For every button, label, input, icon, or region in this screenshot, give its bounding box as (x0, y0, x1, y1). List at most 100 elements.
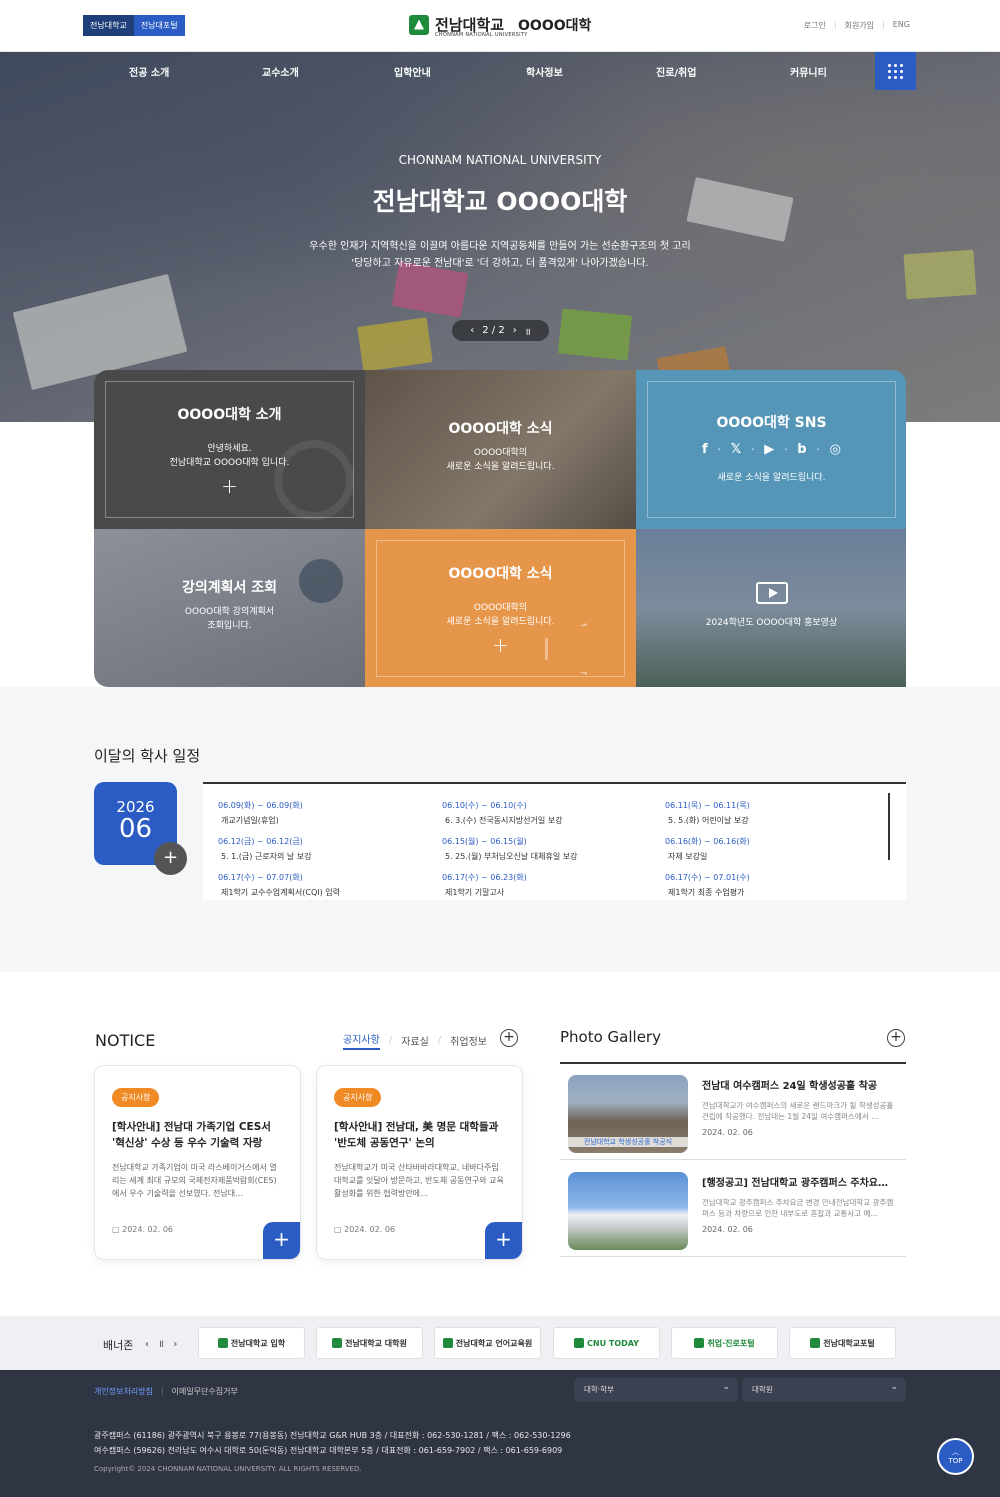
college-select[interactable]: 대학·학부 ⌄ (574, 1378, 738, 1402)
cnu-logo-icon (217, 1338, 228, 1348)
gallery-more-icon[interactable]: + (887, 1029, 905, 1047)
next-slide-icon[interactable]: › (513, 325, 517, 336)
banner-graduate[interactable]: 전남대학교 대학원 (316, 1327, 423, 1359)
hero-eyebrow: CHONNAM NATIONAL UNIVERSITY (398, 153, 602, 167)
tab-notice[interactable]: 공지사항 (343, 1031, 380, 1050)
hero-title: 전남대학교 OOOO대학 (372, 187, 628, 216)
notice-more-icon[interactable]: + (500, 1029, 518, 1047)
schedule-item[interactable]: 06.17(수) ~ 07.07(화) 제1학기 교수수업계획서(CQI) 입력 (218, 872, 340, 898)
tile-news-photo[interactable]: OOOO대학 소식 OOOO대학의 새로운 소식을 알려드립니다. (365, 370, 636, 529)
gallery-item-title: [행정공고] 전남대학교 광주캠퍼스 주차요… (702, 1178, 888, 1189)
copyright: Copyright© 2024 CHONNAM NATIONAL UNIVERS… (94, 1465, 362, 1473)
tile-sns[interactable]: OOOO대학 SNS f · 𝕏 · ▶ · b · ◎ 새로운 소식을 알려드립니다. (636, 370, 906, 529)
gallery-title: Photo Gallery (560, 1028, 661, 1046)
tab-archive[interactable]: 자료실 (401, 1033, 429, 1048)
nav-community[interactable]: 커뮤니티 (790, 64, 827, 79)
tab-cnu[interactable]: 전남대학교 (83, 15, 134, 36)
banner-cnu-today[interactable]: CNU TODAY (553, 1327, 660, 1359)
gallery-item-date: 2024. 02. 06 (702, 1128, 753, 1137)
hero-description: 우수한 인재가 지역혁신을 이끌며 아름다운 지역공동체를 만들어 가는 선순환… (0, 238, 1000, 272)
eng-link[interactable]: ENG (893, 20, 910, 31)
tile-title: OOOO대학 소식 (448, 421, 553, 437)
banner-admission[interactable]: 전남대학교 입학 (198, 1327, 305, 1359)
nav-academic[interactable]: 학사정보 (526, 64, 563, 79)
schedule-item[interactable]: 06.12(금) ~ 06.12(금) 5. 1.(금) 근로자의 날 보강 (218, 836, 312, 862)
privacy-link[interactable]: 개인정보처리방침 (94, 1386, 153, 1397)
tab-jobs[interactable]: 취업정보 (450, 1033, 487, 1048)
card-more-button[interactable]: + (485, 1222, 522, 1259)
graduate-select[interactable]: 대학원 ⌄ (742, 1378, 906, 1402)
hero-desc-line: 우수한 인재가 지역혁신을 이끌며 아름다운 지역공동체를 만들어 가는 선순환… (309, 241, 691, 252)
site-header: 전남대학교 전남대포털 전남대학교 CHONNAM NATIONAL UNIVE… (0, 0, 1000, 52)
schedule-list: 06.09(화) ~ 06.09(화) 개교기념일(휴업) 06.10(수) ~ … (203, 782, 906, 900)
card-date: ▢ 2024. 02. 06 (334, 1225, 395, 1234)
nav-career[interactable]: 진로/취업 (656, 64, 696, 79)
tile-intro[interactable]: OOOO대학 소개 안녕하세요. 전남대학교 OOOO대학 입니다. + (94, 370, 365, 529)
schedule-item[interactable]: 06.16(화) ~ 06.16(화) 자체 보강일 (665, 836, 750, 862)
schedule-item[interactable]: 06.17(수) ~ 07.01(수) 제1학기 최종 수업평가 (665, 872, 750, 898)
tile-video[interactable]: 2024학년도 OOOO대학 홍보영상 (636, 529, 906, 687)
banner-zone-label: 배너존 (103, 1339, 134, 1352)
hero-overlay (0, 52, 1000, 422)
all-menu-button[interactable] (875, 52, 916, 90)
banner-portal[interactable]: 전남대학교포털 (789, 1327, 896, 1359)
emblem-watermark (274, 440, 354, 520)
main-nav: 전공 소개 교수소개 입학안내 학사정보 진로/취업 커뮤니티 (0, 52, 1000, 92)
nav-major[interactable]: 전공 소개 (129, 64, 169, 79)
util-nav: 로그인 | 회원가입 | ENG (804, 20, 910, 31)
gallery-thumbnail: 전남대학교 학생성공홀 착공식 (568, 1075, 688, 1153)
schedule-item[interactable]: 06.10(수) ~ 06.10(수) 6. 3.(수) 전국동시지방선거일 보강 (442, 800, 562, 826)
banner-controls[interactable]: ‹ ॥ › (145, 1336, 180, 1350)
pause-icon[interactable]: ॥ (525, 324, 531, 338)
banner-language[interactable]: 전남대학교 언어교육원 (434, 1327, 541, 1359)
schedule-item[interactable]: 06.11(목) ~ 06.11(목) 5. 5.(화) 어린이날 보강 (665, 800, 750, 826)
notice-card[interactable]: 공지사항 [학사안내] 전남대 가족기업 CES서 '혁신상' 수상 등 우수 … (94, 1065, 301, 1260)
gallery-item[interactable]: [행정공고] 전남대학교 광주캠퍼스 주차요… 전남대학교 광주캠퍼스 주차요금… (560, 1161, 906, 1257)
calendar-icon: ▢ (112, 1225, 123, 1234)
logo-sub-text: CHONNAM NATIONAL UNIVERSITY (435, 32, 528, 38)
banner-career[interactable]: 취업·진로포털 (671, 1327, 778, 1359)
play-icon (755, 582, 788, 604)
college-name: OOOO대학 (518, 17, 592, 34)
card-title: [학사안내] 전남대, 美 명문 대학들과 '반도체 공동연구' 논의 (334, 1121, 499, 1149)
cnu-logo-icon (442, 1338, 453, 1348)
util-divider: | (833, 20, 837, 29)
tile-desc: OOOO대학의 새로운 소식을 알려드립니다. (446, 448, 555, 472)
gallery-thumbnail (568, 1172, 688, 1250)
tile-news-orange[interactable]: OOOO대학 소식 OOOO대학의 새로운 소식을 알려드립니다. + (365, 529, 636, 687)
site-logo[interactable]: 전남대학교 CHONNAM NATIONAL UNIVERSITY OOOO대학 (409, 14, 592, 38)
gallery-text: [행정공고] 전남대학교 광주캠퍼스 주차요… 전남대학교 광주캠퍼스 주차요금… (702, 1174, 900, 1234)
gallery-item-desc: 전남대학교 광주캠퍼스 주차요금 변경 안내전남대학교 광주캠퍼스 등과 차량으… (702, 1198, 894, 1218)
notice-title: NOTICE (95, 1031, 156, 1050)
signup-link[interactable]: 회원가입 (845, 20, 874, 31)
gallery-item-title: 전남대 여수캠퍼스 24일 학생성공홀 착공 (702, 1081, 878, 1092)
schedule-item[interactable]: 06.17(수) ~ 06.23(화) 제1학기 기말고사 (442, 872, 527, 898)
category-badge: 공지사항 (112, 1088, 160, 1107)
schedule-item[interactable]: 06.09(화) ~ 06.09(화) 개교기념일(휴업) (218, 800, 303, 826)
notice-tabs: 공지사항 / 자료실 / 취업정보 (343, 1031, 487, 1050)
cnu-logo-icon (694, 1338, 705, 1348)
category-badge: 공지사항 (334, 1088, 382, 1107)
schedule-more-button[interactable]: + (154, 842, 187, 875)
scroll-top-button[interactable]: ︿ TOP (937, 1438, 974, 1475)
email-policy-link[interactable]: 이메일무단수집거부 (172, 1386, 238, 1397)
schedule-title: 이달의 학사 일정 (94, 747, 201, 765)
login-link[interactable]: 로그인 (804, 20, 826, 31)
footer-links: 개인정보처리방침 | 이메일무단수집거부 (94, 1386, 238, 1397)
site-switcher: 전남대학교 전남대포털 (83, 15, 185, 36)
schedule-scrollbar[interactable] (888, 793, 890, 860)
prev-slide-icon[interactable]: ‹ (470, 325, 474, 336)
gallery-item-date: 2024. 02. 06 (702, 1225, 753, 1234)
nav-faculty[interactable]: 교수소개 (262, 64, 299, 79)
schedule-item[interactable]: 06.15(월) ~ 06.15(월) 5. 25.(월) 부처님오신날 대체휴일… (442, 836, 577, 862)
chevron-down-icon: ⌄ (722, 1382, 730, 1392)
notice-card[interactable]: 공지사항 [학사안내] 전남대, 美 명문 대학들과 '반도체 공동연구' 논의… (316, 1065, 523, 1260)
nav-admission[interactable]: 입학안내 (394, 64, 431, 79)
tab-portal[interactable]: 전남대포털 (133, 15, 185, 36)
gallery-item[interactable]: 전남대학교 학생성공홀 착공식 전남대 여수캠퍼스 24일 학생성공홀 착공 전… (560, 1064, 906, 1160)
card-more-button[interactable]: + (263, 1222, 300, 1259)
cnu-logo-icon (574, 1338, 585, 1348)
cnu-logo-icon (810, 1338, 821, 1348)
tile-syllabus[interactable]: 강의계획서 조회 OOOO대학 강의계획서 조회입니다. (94, 529, 365, 687)
quick-tiles: OOOO대학 소개 안녕하세요. 전남대학교 OOOO대학 입니다. + OOO… (94, 370, 906, 687)
